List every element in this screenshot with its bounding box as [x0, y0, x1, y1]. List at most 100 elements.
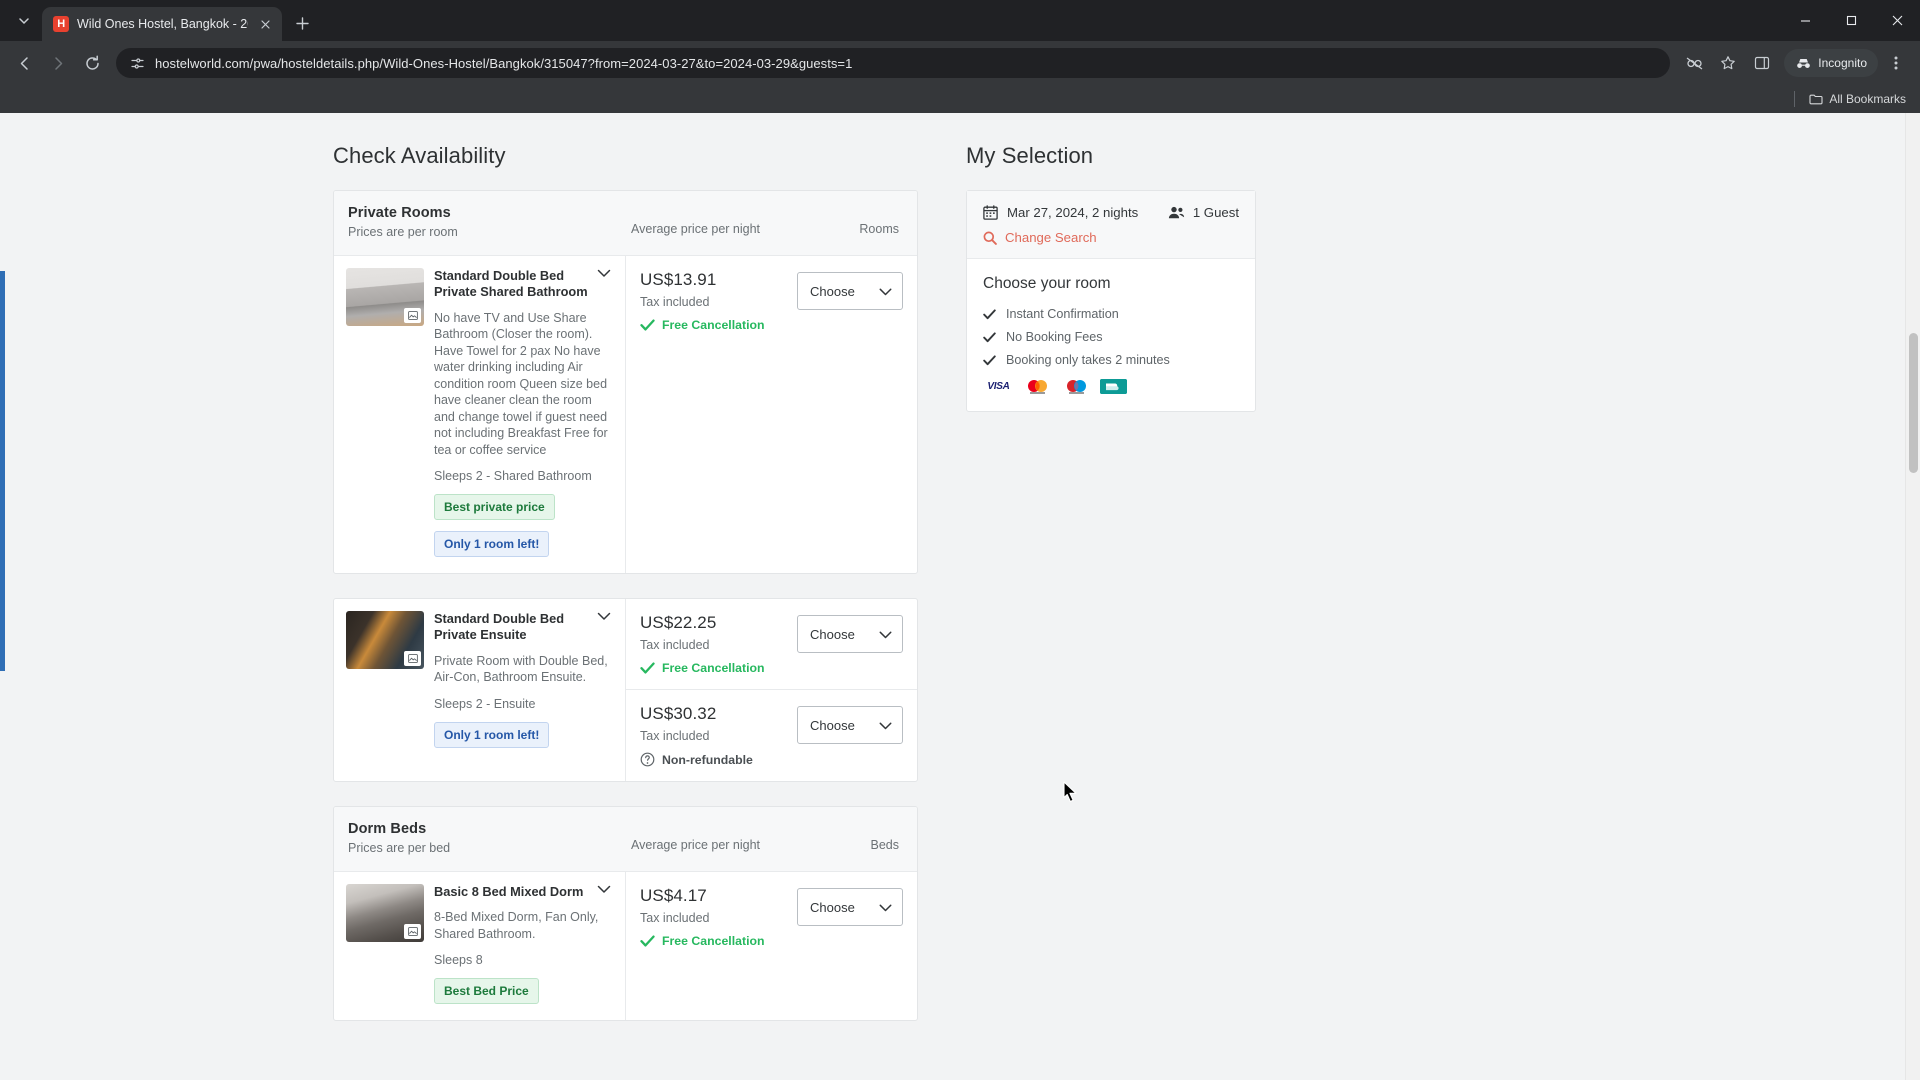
choose-dropdown[interactable]: Choose: [797, 888, 903, 926]
change-search-label: Change Search: [1005, 230, 1097, 245]
feature-item: Instant Confirmation: [983, 307, 1239, 321]
checkmark-icon: [983, 331, 996, 343]
room-offers: US$13.91 Tax included Free Cancellation: [625, 256, 917, 573]
offer-block: US$13.91 Tax included Free Cancellation: [626, 256, 917, 346]
mouse-cursor: [1063, 781, 1078, 808]
offer-refund-flag: Non-refundable: [640, 752, 797, 767]
choose-room-heading: Choose your room: [983, 275, 1111, 292]
chevron-down-icon: [879, 284, 892, 299]
address-bar[interactable]: hostelworld.com/pwa/hosteldetails.php/Wi…: [116, 48, 1671, 78]
side-panel-icon[interactable]: [1746, 47, 1778, 79]
all-bookmarks-button[interactable]: All Bookmarks: [1809, 92, 1906, 106]
room-photo[interactable]: [346, 884, 424, 942]
browser-tab[interactable]: H Wild Ones Hostel, Bangkok - 20: [42, 7, 282, 41]
offer-tax-note: Tax included: [640, 911, 710, 925]
offer-price: US$22.25: [640, 613, 717, 632]
offer-price: US$30.32: [640, 704, 717, 723]
chevron-down-icon[interactable]: [597, 268, 613, 278]
room-photo[interactable]: [346, 611, 424, 669]
change-search-link[interactable]: Change Search: [983, 230, 1239, 245]
selection-header: Mar 27, 2024, 2 nights 1 Guest Change Se…: [967, 191, 1255, 259]
room-offers: US$4.17 Tax included Free Cancellation C…: [625, 872, 917, 1021]
tab-title: Wild Ones Hostel, Bangkok - 20: [77, 17, 248, 31]
cb-icon: [1100, 379, 1127, 394]
reload-icon[interactable]: [76, 47, 108, 79]
room-title: Standard Double Bed Private Shared Bathr…: [434, 268, 588, 300]
incognito-indicator[interactable]: Incognito: [1784, 49, 1878, 77]
browser-toolbar: hostelworld.com/pwa/hosteldetails.php/Wi…: [0, 41, 1920, 85]
group-subtitle: Prices are per room: [348, 225, 458, 239]
page-scrollbar[interactable]: [1905, 113, 1920, 1080]
bookmarks-bar: All Bookmarks: [0, 85, 1920, 113]
page-viewport: Check Availability Private Rooms Prices …: [0, 113, 1920, 1080]
feature-label: No Booking Fees: [1006, 330, 1103, 344]
offer-cancellation-flag: Free Cancellation: [640, 934, 797, 948]
room-photo[interactable]: [346, 268, 424, 326]
badge-rooms-left: Only 1 room left!: [434, 531, 550, 557]
tracking-protection-icon[interactable]: [1678, 47, 1710, 79]
browser-window: H Wild Ones Hostel, Bangkok - 20 hostelw…: [0, 0, 1920, 1080]
room-group-private: Private Rooms Prices are per room Averag…: [333, 190, 918, 574]
guests-label: 1 Guest: [1192, 205, 1239, 220]
tab-search-icon[interactable]: [10, 7, 38, 35]
group-title: Private Rooms: [348, 205, 451, 221]
room-row: Basic 8 Bed Mixed Dorm 8-Bed Mixed Dorm,…: [334, 872, 917, 1021]
count-column-header: Beds: [870, 838, 900, 852]
site-settings-icon[interactable]: [130, 56, 145, 71]
room-title: Standard Double Bed Private Ensuite: [434, 611, 565, 643]
scrollbar-thumb[interactable]: [1909, 333, 1918, 473]
room-description: No have TV and Use Share Bathroom (Close…: [434, 310, 608, 457]
choose-label: Choose: [810, 717, 855, 733]
offer-block: US$30.32 Tax included Non-refundable Cho…: [626, 689, 917, 781]
forward-icon: [42, 47, 74, 79]
feature-label: Instant Confirmation: [1006, 307, 1119, 321]
badge-rooms-left: Only 1 room left!: [434, 721, 550, 748]
room-title: Basic 8 Bed Mixed Dorm: [434, 884, 584, 899]
search-icon: [983, 231, 997, 245]
choose-dropdown[interactable]: Choose: [797, 706, 903, 744]
offer-price: US$4.17: [640, 886, 707, 905]
choose-dropdown[interactable]: Choose: [797, 272, 903, 310]
tab-strip: H Wild Ones Hostel, Bangkok - 20: [0, 0, 1920, 41]
offer-tax-note: Tax included: [640, 729, 710, 743]
minimize-icon[interactable]: [1782, 0, 1828, 41]
feature-label: Booking only takes 2 minutes: [1006, 353, 1170, 367]
close-icon[interactable]: [256, 15, 274, 33]
new-tab-icon[interactable]: [288, 9, 316, 37]
url-text: hostelworld.com/pwa/hosteldetails.php/Wi…: [155, 55, 853, 71]
checkmark-icon: [983, 308, 996, 320]
maximize-icon[interactable]: [1828, 0, 1874, 41]
chevron-down-icon[interactable]: [597, 611, 613, 621]
chrome-menu-icon[interactable]: [1880, 47, 1912, 79]
offer-tax-note: Tax included: [640, 638, 710, 652]
incognito-icon: [1797, 58, 1811, 68]
offer-cancellation-flag: Free Cancellation: [640, 318, 797, 332]
choose-dropdown[interactable]: Choose: [797, 615, 903, 653]
my-selection-card: Mar 27, 2024, 2 nights 1 Guest Change Se…: [966, 190, 1256, 412]
offer-flag-label: Free Cancellation: [662, 934, 765, 948]
choose-label: Choose: [810, 283, 855, 299]
chevron-down-icon: [879, 718, 892, 733]
photo-gallery-icon[interactable]: [404, 308, 421, 323]
room-group-dorm: Dorm Beds Prices are per bed Average pri…: [333, 806, 918, 1022]
window-controls: [1782, 0, 1920, 41]
checkmark-icon: [640, 662, 655, 674]
room-row: Standard Double Bed Private Shared Bathr…: [334, 256, 917, 573]
availability-column: Check Availability Private Rooms Prices …: [333, 143, 918, 1045]
badge-best-bed-price: Best Bed Price: [434, 978, 539, 1005]
folder-icon: [1809, 94, 1823, 104]
calendar-icon: [983, 205, 998, 220]
chevron-down-icon[interactable]: [597, 884, 613, 894]
bookmark-star-icon[interactable]: [1712, 47, 1744, 79]
checkmark-icon: [640, 935, 655, 947]
close-window-icon[interactable]: [1874, 0, 1920, 41]
toolbar-actions: Incognito: [1678, 47, 1912, 79]
group-header: Dorm Beds Prices are per bed Average pri…: [334, 807, 917, 872]
room-card-ensuite: Standard Double Bed Private Ensuite Priv…: [333, 598, 918, 782]
back-icon[interactable]: [8, 47, 40, 79]
badge-best-private-price: Best private price: [434, 494, 555, 520]
bookmarks-divider: [1794, 91, 1796, 107]
photo-gallery-icon[interactable]: [404, 651, 421, 666]
room-badges: Best Bed Price: [434, 967, 613, 1005]
photo-gallery-icon[interactable]: [404, 924, 421, 939]
